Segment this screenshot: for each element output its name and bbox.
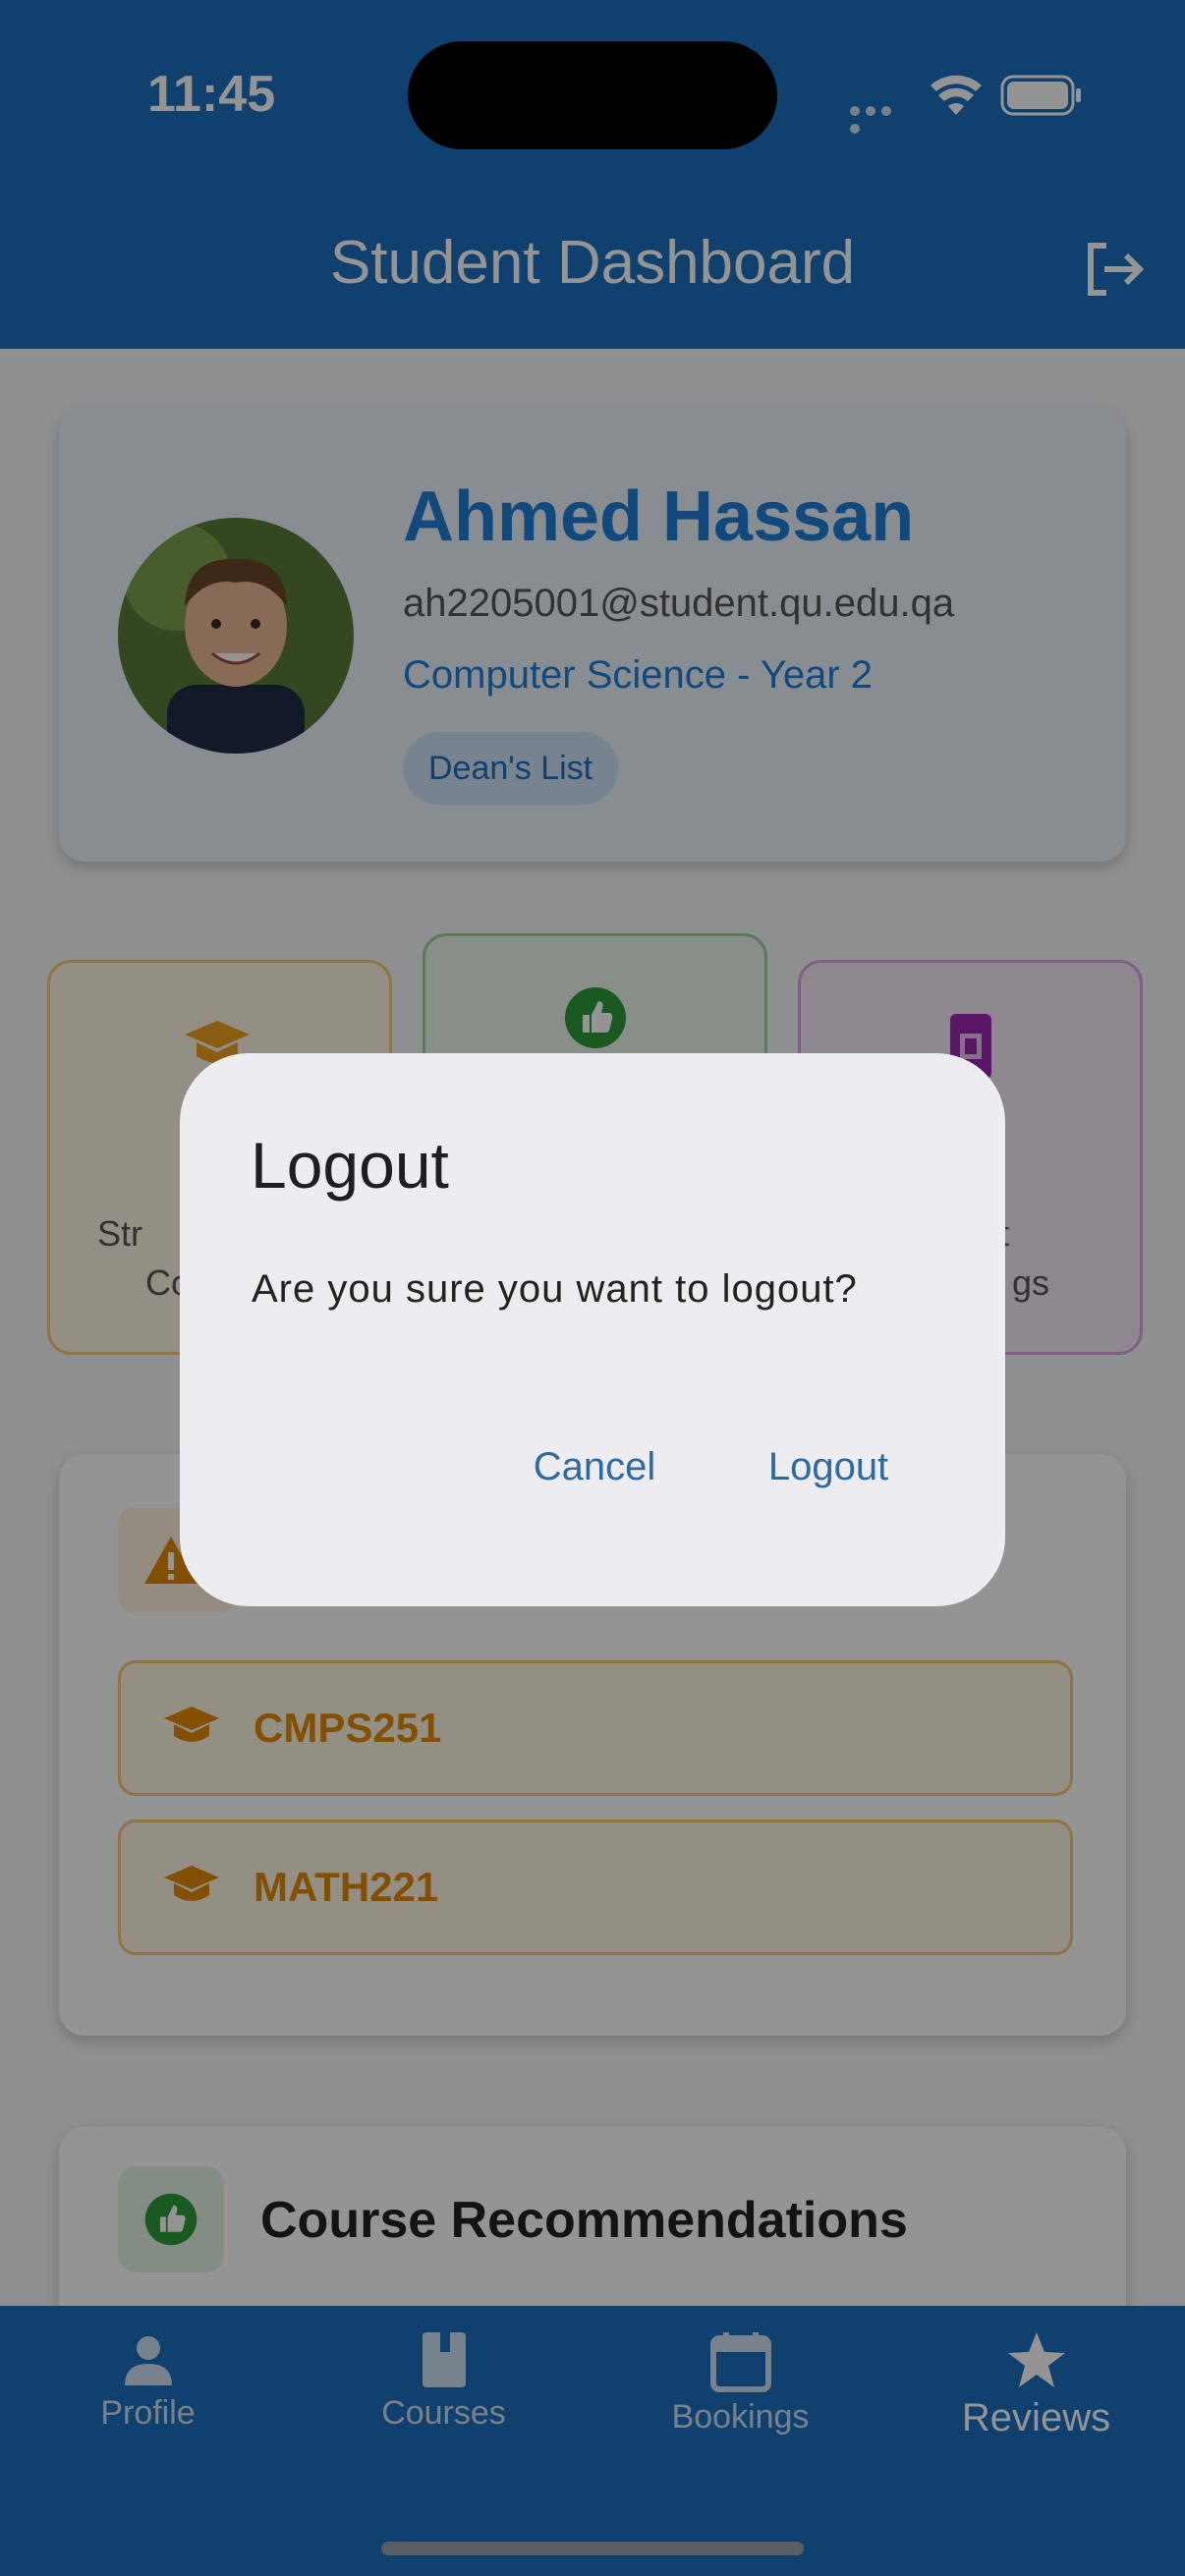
cancel-button[interactable]: Cancel [496,1432,693,1501]
dialog-message: Are you sure you want to logout? [252,1267,858,1311]
dialog-title: Logout [251,1129,449,1202]
confirm-logout-button[interactable]: Logout [735,1432,922,1501]
